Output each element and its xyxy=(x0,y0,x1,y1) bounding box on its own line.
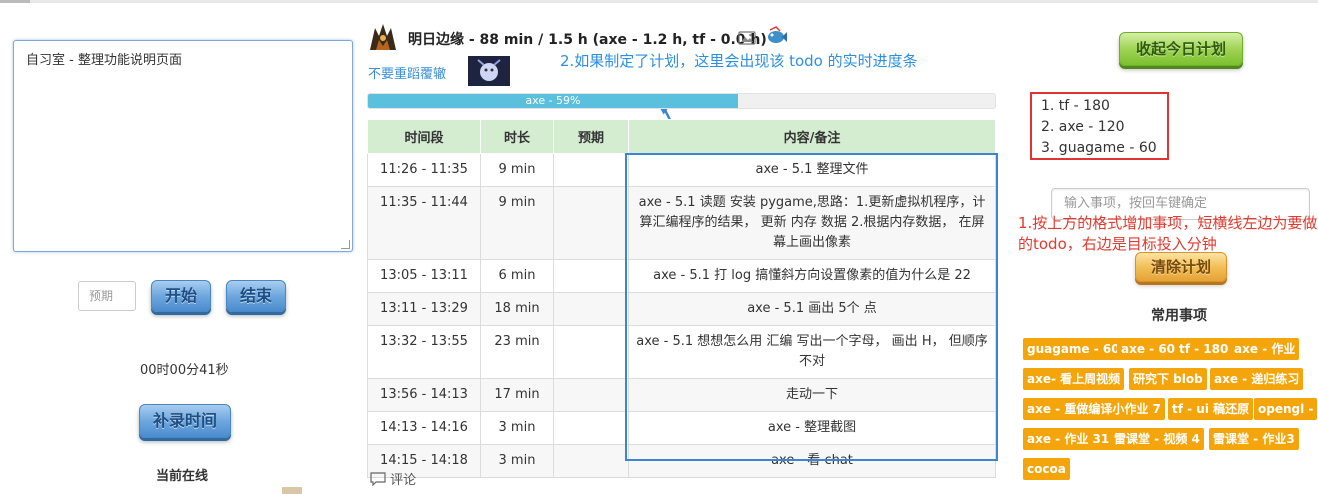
cell-period: 11:26 - 11:35 xyxy=(367,153,481,187)
cell-expected xyxy=(553,186,629,260)
cell-expected xyxy=(553,153,629,187)
start-button[interactable]: 开始 xyxy=(151,280,211,312)
header-expected: 预期 xyxy=(553,119,629,154)
common-item-tag[interactable]: 雷课堂 - 视频 4 xyxy=(1110,428,1204,450)
header-content: 内容/备注 xyxy=(628,119,996,154)
common-item-tag[interactable]: axe - 60 xyxy=(1117,338,1180,360)
common-item-tag[interactable]: axe - 递归练习 xyxy=(1210,368,1304,390)
progress-label: axe - 59% xyxy=(525,94,581,107)
cell-content: axe - 看 chat xyxy=(628,444,996,478)
plan-note-link[interactable]: 不要重蹈覆辙 xyxy=(368,63,446,82)
online-users-title: 当前在线 xyxy=(156,469,209,484)
plan-item: 3. guagame - 60 xyxy=(1041,140,1157,156)
common-item-tag[interactable]: guagame - 60 xyxy=(1023,338,1124,360)
memo-text: 自习室 - 整理功能说明页面 xyxy=(26,53,182,68)
progress-annotation: 2.如果制定了计划，这里会出现该 todo 的实时进度条 xyxy=(560,52,918,70)
cell-content: axe - 整理截图 xyxy=(628,411,996,445)
common-item-tag[interactable]: axe - 重做编译小作业 7 xyxy=(1023,398,1165,420)
note-image-icon[interactable] xyxy=(468,56,510,86)
cell-period: 14:13 - 14:16 xyxy=(367,411,481,445)
collapse-plan-button[interactable]: 收起今日计划 xyxy=(1119,32,1243,66)
elapsed-timer: 00时00分41秒 xyxy=(140,363,229,378)
table-row: 11:35 - 11:44 9 min axe - 5.1 读题 安装 pygame… xyxy=(367,186,996,260)
expected-input[interactable]: 预期 xyxy=(78,281,136,311)
cell-duration: 9 min xyxy=(480,186,554,260)
cell-duration: 6 min xyxy=(480,259,554,293)
cell-expected xyxy=(553,378,629,412)
plan-item: 1. tf - 180 xyxy=(1041,98,1110,114)
table-row: 13:32 - 13:55 23 min axe - 5.1 想想怎么用 汇编 写出… xyxy=(367,325,996,379)
end-button[interactable]: 结束 xyxy=(226,280,286,312)
header-duration: 时长 xyxy=(480,119,554,154)
cell-content: axe - 5.1 读题 安装 pygame,思路：1.更新虚拟机程序，计算汇编… xyxy=(628,186,996,260)
cell-content: axe - 5.1 想想怎么用 汇编 写出一个字母， 画出 H， 但顺序不对 xyxy=(628,325,996,379)
cell-duration: 23 min xyxy=(480,325,554,379)
table-row: 13:05 - 13:11 6 min axe - 5.1 打 log 搞懂斜方向设… xyxy=(367,259,996,293)
cell-expected xyxy=(553,444,629,478)
table-row: 13:56 - 14:13 17 min 走动一下 xyxy=(367,378,996,412)
common-item-tag[interactable]: 雷课堂 - 作业3 xyxy=(1209,428,1299,450)
plan-item: 2. axe - 120 xyxy=(1041,119,1125,135)
cell-expected xyxy=(553,325,629,379)
cell-period: 13:05 - 13:11 xyxy=(367,259,481,293)
comment-icon xyxy=(370,472,386,487)
top-accent xyxy=(0,0,30,3)
plan-list: 1. tf - 180 2. axe - 120 3. guagame - 60 xyxy=(1041,96,1157,159)
memo-textarea[interactable]: 自习室 - 整理功能说明页面 xyxy=(13,40,353,252)
cell-content: axe - 5.1 打 log 搞懂斜方向设置像素的值为什么是 22 xyxy=(628,259,996,293)
common-item-tag[interactable]: axe - 作业 31 xyxy=(1023,428,1114,450)
cell-duration: 17 min xyxy=(480,378,554,412)
fish-icon[interactable] xyxy=(766,26,788,46)
common-item-tag[interactable]: axe - 作业 xyxy=(1230,338,1300,360)
cell-content: axe - 5.1 画出 5个 点 xyxy=(628,292,996,326)
common-item-tag[interactable]: tf - 180 xyxy=(1175,338,1233,360)
common-item-tag[interactable]: opengl - xyxy=(1254,398,1318,420)
table-row: 13:11 - 13:29 18 min axe - 5.1 画出 5个 点 xyxy=(367,292,996,326)
plan-title: 明日边缘 - 88 min / 1.5 h (axe - 1.2 h, tf -… xyxy=(408,32,767,48)
common-item-tag[interactable]: cocoa xyxy=(1023,458,1070,480)
supplement-time-button[interactable]: 补录时间 xyxy=(139,404,231,438)
comment-link[interactable]: 评论 xyxy=(370,469,416,488)
cell-expected xyxy=(553,411,629,445)
cell-period: 11:35 - 11:44 xyxy=(367,186,481,260)
cell-period: 13:32 - 13:55 xyxy=(367,325,481,379)
table-row: 14:15 - 14:18 3 min axe - 看 chat xyxy=(367,444,996,478)
cell-expected xyxy=(553,259,629,293)
cell-content: 走动一下 xyxy=(628,378,996,412)
cell-duration: 18 min xyxy=(480,292,554,326)
cell-period: 13:11 - 13:29 xyxy=(367,292,481,326)
header-period: 时间段 xyxy=(367,119,481,154)
cell-period: 13:56 - 14:13 xyxy=(367,378,481,412)
cell-duration: 3 min xyxy=(480,444,554,478)
resize-handle-icon[interactable] xyxy=(341,240,350,249)
image-icon[interactable] xyxy=(738,30,756,46)
comment-label: 评论 xyxy=(390,473,417,488)
common-item-tag[interactable]: 研究下 blob xyxy=(1129,368,1207,390)
common-item-tag[interactable]: axe- 看上周视频 xyxy=(1023,368,1125,390)
online-user-avatar-icon[interactable] xyxy=(282,487,302,494)
table-row: 11:26 - 11:35 9 min axe - 5.1 整理文件 xyxy=(367,153,996,187)
common-item-tag[interactable]: tf - ui 稿还原 xyxy=(1168,398,1254,420)
table-header-row: 时间段 时长 预期 内容/备注 xyxy=(367,119,996,154)
time-log-table: 时间段 时长 预期 内容/备注 11:26 - 11:35 9 min axe - … xyxy=(367,119,996,478)
cell-duration: 9 min xyxy=(480,153,554,187)
format-annotation: 1.按上方的格式增加事项，短横线左边为要做的todo，右边是目标投入分钟 xyxy=(1018,214,1318,253)
top-border xyxy=(0,0,1318,3)
table-row: 14:13 - 14:16 3 min axe - 整理截图 xyxy=(367,411,996,445)
clear-plan-button[interactable]: 清除计划 xyxy=(1135,252,1227,282)
cell-content: axe - 5.1 整理文件 xyxy=(628,153,996,187)
user-avatar-icon[interactable] xyxy=(367,22,399,54)
common-items-title: 常用事项 xyxy=(1151,308,1207,324)
cell-duration: 3 min xyxy=(480,411,554,445)
cell-expected xyxy=(553,292,629,326)
progress-bar: axe - 59% xyxy=(367,93,996,109)
